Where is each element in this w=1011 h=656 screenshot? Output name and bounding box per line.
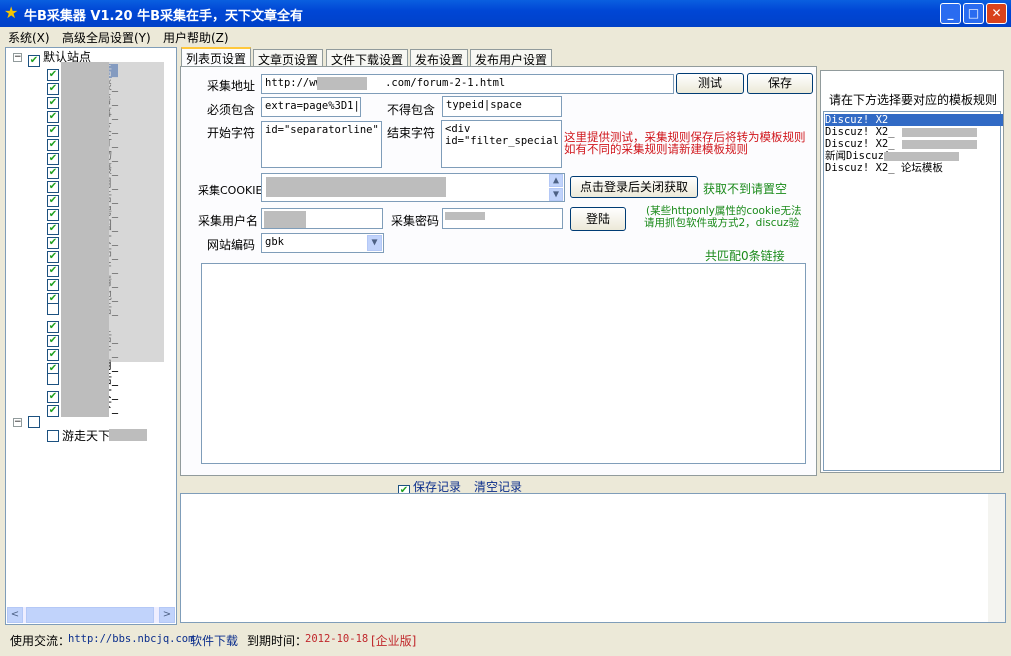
end-string-label: 结束字符 bbox=[387, 126, 436, 140]
collapse-icon[interactable]: − bbox=[13, 418, 22, 427]
checkbox[interactable]: ✔ bbox=[28, 55, 40, 67]
tree-root-2[interactable] bbox=[28, 415, 43, 429]
tab-file-download[interactable]: 文件下载设置 bbox=[326, 49, 409, 67]
hint-text-2: 如有不同的采集规则请新建模板规则 bbox=[564, 142, 748, 156]
template-item[interactable]: Discuz! X2 bbox=[825, 114, 1003, 126]
checkbox[interactable]: ✔ bbox=[47, 405, 59, 417]
username-label: 采集用户名 bbox=[198, 214, 259, 228]
log-toolbar: ✔ 保存记录 清空记录 bbox=[180, 476, 1006, 497]
template-title: 请在下方选择要对应的模板规则 bbox=[829, 93, 998, 107]
edition-badge: [企业版] bbox=[371, 634, 417, 648]
url-label: 采集地址 bbox=[207, 79, 256, 93]
start-string-input[interactable]: id="separatorline" bbox=[261, 121, 382, 168]
dropdown-arrow-icon[interactable]: ▼ bbox=[367, 235, 382, 251]
cookie-label: 采集COOKIE bbox=[198, 184, 263, 197]
redacted-area bbox=[884, 152, 959, 161]
tab-list-page[interactable]: 列表页设置 bbox=[181, 47, 252, 67]
result-list[interactable] bbox=[201, 263, 806, 464]
checkbox[interactable] bbox=[47, 303, 59, 315]
end-string-input[interactable]: <div id="filter_special bbox=[441, 120, 562, 168]
window-title: 牛B采集器 V1.20 牛B采集在手，天下文章全有 bbox=[24, 9, 304, 24]
encoding-label: 网站编码 bbox=[207, 238, 256, 252]
tree-item[interactable]: 游走天下 bbox=[47, 429, 110, 443]
redacted-area bbox=[109, 62, 164, 362]
title-bar: ★ 牛B采集器 V1.20 牛B采集在手，天下文章全有 _ □ ✕ bbox=[0, 0, 1011, 27]
scroll-thumb[interactable] bbox=[26, 607, 154, 623]
redacted-area bbox=[902, 128, 977, 137]
login-fetch-cookie-button[interactable]: 点击登录后关闭获取 bbox=[570, 176, 698, 198]
minimize-button[interactable]: _ bbox=[940, 3, 961, 24]
list-page-panel: 采集地址 http://www. .com/forum-2-1.html 测试 … bbox=[180, 66, 817, 476]
checkbox[interactable] bbox=[47, 430, 59, 442]
scroll-up-icon[interactable]: ▲ bbox=[549, 174, 563, 187]
scroll-down-icon[interactable]: ▼ bbox=[549, 188, 563, 201]
maximize-button[interactable]: □ bbox=[963, 3, 984, 24]
cookie-hint: 获取不到请置空 bbox=[703, 182, 788, 196]
login-button[interactable]: 登陆 bbox=[570, 207, 626, 231]
status-contact-label: 使用交流： bbox=[10, 634, 71, 648]
checkbox[interactable] bbox=[47, 373, 59, 385]
encoding-value: gbk bbox=[265, 236, 284, 248]
must-contain-input[interactable]: extra=page%3D1|-1- bbox=[261, 97, 361, 117]
tab-article-page[interactable]: 文章页设置 bbox=[253, 49, 324, 67]
status-bar: 使用交流： http://bbs.nbcjq.com 软件下载 到期时间： 20… bbox=[0, 627, 1011, 651]
match-count: 共匹配0条链接 bbox=[705, 249, 785, 263]
close-button[interactable]: ✕ bbox=[986, 3, 1007, 24]
test-button[interactable]: 测试 bbox=[676, 73, 744, 94]
redacted-area bbox=[266, 177, 446, 197]
expire-date: 2012-10-18 bbox=[305, 633, 369, 645]
save-record-label: 保存记录 bbox=[413, 480, 462, 494]
app-star-icon: ★ bbox=[4, 3, 19, 22]
tree-item-label: 游走天下 bbox=[62, 429, 111, 443]
log-vertical-scrollbar[interactable] bbox=[988, 494, 1005, 622]
redacted-area bbox=[109, 429, 147, 441]
expire-label: 到期时间： bbox=[247, 634, 308, 648]
login-hint-2: 请用抓包软件或方式2，discuz验 bbox=[644, 217, 800, 229]
software-download-link[interactable]: 软件下载 bbox=[190, 632, 238, 649]
log-area[interactable] bbox=[180, 493, 1006, 623]
template-item[interactable]: Discuz! X2_ 论坛模板 bbox=[825, 162, 1003, 174]
encoding-select[interactable]: gbk ▼ bbox=[261, 233, 384, 253]
tab-publish[interactable]: 发布设置 bbox=[410, 49, 469, 67]
menu-global-settings[interactable]: 高级全局设置(Y) bbox=[62, 29, 151, 46]
template-list[interactable]: Discuz! X2 Discuz! X2_ Discuz! X2_ 新闻Discuz… bbox=[823, 111, 1003, 471]
exclude-input[interactable]: typeid|space bbox=[442, 96, 562, 117]
save-button[interactable]: 保存 bbox=[747, 73, 813, 94]
redacted-area bbox=[61, 62, 109, 417]
template-panel: 请在下方选择要对应的模板规则 Discuz! X2 Discuz! X2_ Disc… bbox=[820, 70, 1004, 473]
password-label: 采集密码 bbox=[391, 214, 440, 228]
checkbox[interactable] bbox=[28, 416, 40, 428]
must-contain-label: 必须包含 bbox=[207, 103, 256, 117]
start-string-label: 开始字符 bbox=[207, 126, 256, 140]
menu-bar: 系统(X) 高级全局设置(Y) 用户帮助(Z) bbox=[0, 27, 1011, 46]
tab-publish-user[interactable]: 发布用户设置 bbox=[470, 49, 553, 67]
scroll-left-icon[interactable]: < bbox=[7, 607, 23, 623]
redacted-area bbox=[317, 77, 367, 90]
redacted-area bbox=[264, 211, 306, 228]
redacted-area bbox=[445, 212, 485, 220]
exclude-label: 不得包含 bbox=[387, 103, 436, 117]
scroll-right-icon[interactable]: > bbox=[159, 607, 175, 623]
redacted-area bbox=[902, 140, 977, 149]
menu-system[interactable]: 系统(X) bbox=[8, 29, 50, 46]
cookie-input[interactable]: ▲ ▼ bbox=[261, 173, 565, 202]
site-tree[interactable]: − ✔默认站点 ✔生活_✔杂谈_✔租售_✔大事_✔交友_✔打折_✔宠物_✔摄摄_… bbox=[5, 47, 177, 625]
tree-horizontal-scrollbar[interactable]: < > bbox=[7, 607, 175, 623]
menu-help[interactable]: 用户帮助(Z) bbox=[163, 29, 229, 46]
status-url-link[interactable]: http://bbs.nbcjq.com bbox=[68, 633, 194, 645]
password-input[interactable] bbox=[442, 208, 563, 229]
username-input[interactable] bbox=[261, 208, 383, 229]
collapse-icon[interactable]: − bbox=[13, 53, 22, 62]
